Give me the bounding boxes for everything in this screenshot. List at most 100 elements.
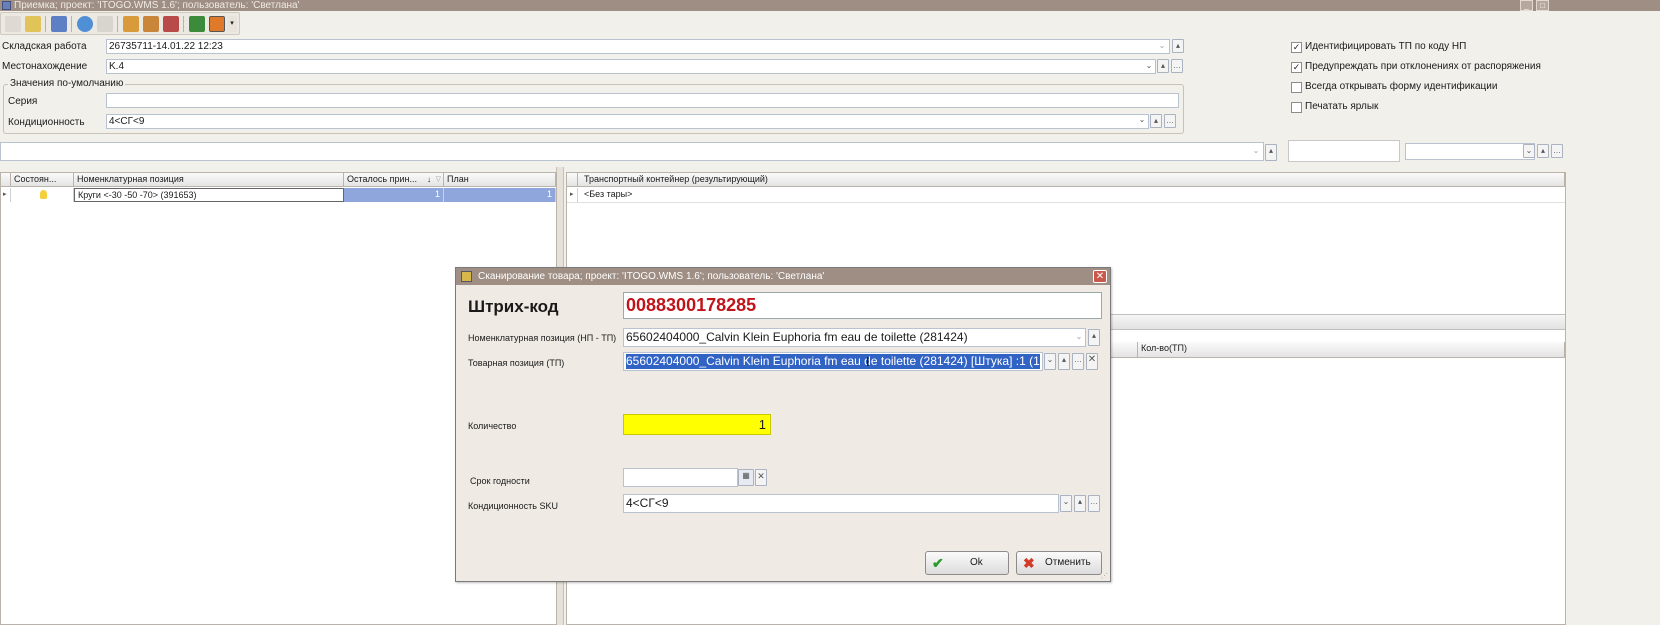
caret-up-icon[interactable]: ▴ — [1537, 144, 1549, 158]
dialog-app-icon — [461, 271, 472, 282]
series-field[interactable] — [106, 93, 1179, 108]
expiry-field[interactable] — [623, 468, 738, 487]
col-header-qty[interactable]: Кол-во(ТП) — [1137, 342, 1565, 358]
caret-up-icon[interactable]: ▴ — [1157, 59, 1169, 73]
restore-button[interactable]: □ — [1536, 0, 1549, 11]
goods-field[interactable]: 65602404000_Calvin Klein Euphoria fm eau… — [623, 352, 1043, 371]
grid-corner — [1, 173, 11, 187]
goods-selected-text: 65602404000_Calvin Klein Euphoria fm eau… — [626, 354, 1040, 369]
chevron-down-icon[interactable]: ⌄ — [1143, 60, 1155, 74]
defaults-group-title: Значения по-умолчанию — [8, 78, 126, 90]
table-row[interactable]: ▸ <Без тары> — [567, 188, 1565, 203]
caret-up-icon[interactable]: ▴ — [1150, 114, 1162, 128]
toolbar-separator — [117, 16, 118, 32]
caret-up-icon[interactable]: ▴ — [1172, 39, 1184, 53]
col-header-status[interactable]: Состоян... — [11, 173, 74, 187]
plan-cell[interactable]: 1 — [444, 188, 556, 202]
ellipsis-icon[interactable]: … — [1088, 495, 1100, 512]
warehouse-work-field[interactable]: 26735711-14.01.22 12:23 — [106, 39, 1170, 54]
identify-by-code-label: Идентифицировать ТП по коду НП — [1305, 41, 1467, 52]
always-open-identification-checkbox[interactable] — [1291, 82, 1302, 93]
packages-icon[interactable] — [143, 16, 159, 32]
filter-combo[interactable] — [1405, 143, 1535, 160]
clear-date-icon[interactable]: ✕ — [755, 469, 767, 486]
quantity-field[interactable]: 1 — [623, 414, 771, 435]
ellipsis-icon[interactable]: … — [1171, 59, 1183, 73]
toolbar: ▾ — [0, 12, 240, 35]
location-field[interactable]: K.4 — [106, 59, 1156, 74]
location-label: Местонахождение — [2, 61, 88, 72]
scan-dialog: Сканирование товара; проект: 'ITOGO.WMS … — [455, 267, 1111, 582]
print-label-label: Печатать ярлык — [1305, 101, 1379, 112]
caret-up-icon[interactable]: ▴ — [1058, 353, 1070, 370]
nomenclature-field[interactable]: 65602404000_Calvin Klein Euphoria fm eau… — [623, 328, 1086, 347]
identify-by-code-checkbox[interactable]: ✓ — [1291, 42, 1302, 53]
text-cursor-icon: I — [866, 354, 870, 369]
chevron-down-icon[interactable]: ⌄ — [1073, 331, 1085, 345]
new-doc-icon[interactable] — [5, 16, 21, 32]
always-open-identification-label: Всегда открывать форму идентификации — [1305, 81, 1498, 92]
toolbar-separator — [45, 16, 46, 32]
calendar-icon[interactable]: ▦ — [738, 469, 754, 486]
col-header-nomenclature[interactable]: Номенклатурная позиция — [74, 173, 344, 187]
sku-condition-field[interactable]: 4<СГ<9 — [623, 494, 1059, 513]
document-report-icon[interactable] — [163, 16, 179, 32]
scan-input[interactable] — [0, 142, 1264, 161]
caret-up-icon[interactable]: ▴ — [1265, 144, 1277, 161]
ok-button[interactable]: ✔ Ok — [925, 551, 1009, 575]
add-star-icon[interactable] — [25, 16, 41, 32]
edit-disabled-icon[interactable] — [97, 16, 113, 32]
ellipsis-icon[interactable]: … — [1072, 353, 1084, 370]
toolbar-overflow-icon[interactable]: ▾ — [227, 16, 237, 32]
container-cell[interactable]: <Без тары> — [578, 188, 978, 202]
package-icon[interactable] — [123, 16, 139, 32]
shield-check-icon[interactable] — [189, 16, 205, 32]
condition-field[interactable]: 4<СГ<9 — [106, 114, 1149, 129]
toolbar-separator — [183, 16, 184, 32]
filter-icon: ▽ — [435, 176, 441, 183]
caret-up-icon[interactable]: ▴ — [1088, 329, 1100, 346]
condition-label: Кондиционность — [8, 117, 85, 128]
print-label-checkbox[interactable] — [1291, 102, 1302, 113]
warn-deviation-checkbox[interactable]: ✓ — [1291, 62, 1302, 73]
chevron-down-icon[interactable]: ⌄ — [1156, 40, 1168, 54]
row-indicator-icon: ▸ — [1, 188, 11, 202]
col-header-container[interactable]: Транспортный контейнер (результирующий) — [578, 173, 1565, 187]
nomenclature-cell[interactable]: Круги <-30 -50 -70> (391653) — [74, 188, 344, 202]
warn-deviation-label: Предупреждать при отклонениях от распоря… — [1305, 61, 1541, 72]
search-field[interactable] — [1288, 140, 1400, 162]
chevron-down-icon[interactable]: ⌄ — [1060, 495, 1072, 512]
ellipsis-icon[interactable]: … — [1164, 114, 1176, 128]
toolbar-separator — [71, 16, 72, 32]
dialog-titlebar: Сканирование товара; проект: 'ITOGO.WMS … — [456, 268, 1110, 285]
table-row[interactable]: ▸ Круги <-30 -50 -70> (391653) 1 1 — [1, 188, 557, 203]
barcode-field[interactable]: 0088300178285 — [623, 292, 1102, 319]
series-label: Серия — [8, 96, 38, 107]
status-cell — [11, 188, 74, 202]
cancel-button-label: Отменить — [1045, 557, 1091, 568]
col-header-remaining-label: Осталось прин... — [347, 174, 417, 184]
chevron-down-icon[interactable]: ⌄ — [1136, 114, 1148, 128]
col-header-plan[interactable]: План — [444, 173, 556, 187]
grid-corner — [567, 173, 578, 187]
close-icon[interactable]: ✕ — [1093, 270, 1107, 283]
ellipsis-icon[interactable]: … — [1551, 144, 1563, 158]
caret-up-icon[interactable]: ▴ — [1074, 495, 1086, 512]
minimize-button[interactable]: _ — [1520, 0, 1533, 11]
refresh-icon[interactable] — [77, 16, 93, 32]
chevron-down-icon[interactable]: ⌄ — [1044, 353, 1056, 370]
lightbulb-icon — [40, 190, 47, 199]
resize-grip-icon[interactable]: ⋰ — [1101, 572, 1108, 580]
label-print-icon[interactable] — [209, 16, 225, 32]
cancel-button[interactable]: ✖ Отменить — [1016, 551, 1102, 575]
chevron-down-icon[interactable]: ⌄ — [1523, 144, 1535, 158]
clear-icon[interactable]: ✕ — [1086, 353, 1098, 370]
chevron-down-icon[interactable]: ⌄ — [1250, 145, 1262, 159]
remaining-cell[interactable]: 1 — [344, 188, 444, 202]
save-icon[interactable] — [51, 16, 67, 32]
cancel-x-icon: ✖ — [1023, 555, 1035, 571]
app-icon — [2, 1, 11, 10]
col-header-remaining[interactable]: Осталось прин... ↓ ▽ — [344, 173, 444, 187]
quantity-label: Количество — [468, 421, 517, 431]
sort-down-icon: ↓ — [427, 175, 431, 184]
